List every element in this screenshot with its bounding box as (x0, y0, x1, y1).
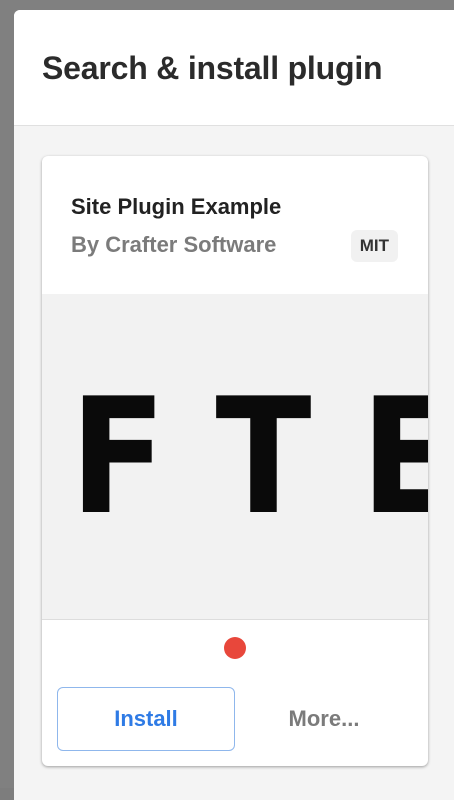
install-button[interactable]: Install (57, 687, 235, 751)
license-badge: MIT (350, 230, 398, 262)
carousel-dot-active[interactable] (224, 637, 246, 659)
dialog-title: Search & install plugin (42, 50, 383, 86)
plugin-card: Site Plugin Example By Crafter Software … (42, 156, 428, 766)
install-plugin-dialog: Search & install plugin Site Plugin Exam… (14, 10, 454, 800)
more-button[interactable]: More... (235, 687, 413, 751)
plugin-card-header: Site Plugin Example By Crafter Software … (42, 156, 428, 294)
plugin-card-actions: Install More... (42, 675, 428, 751)
plugin-title: Site Plugin Example (71, 194, 282, 219)
carousel-indicators (42, 620, 428, 675)
plugin-preview-image: FTER (42, 294, 428, 620)
preview-logo-text: FTER (70, 363, 428, 550)
dialog-header: Search & install plugin (14, 10, 454, 126)
